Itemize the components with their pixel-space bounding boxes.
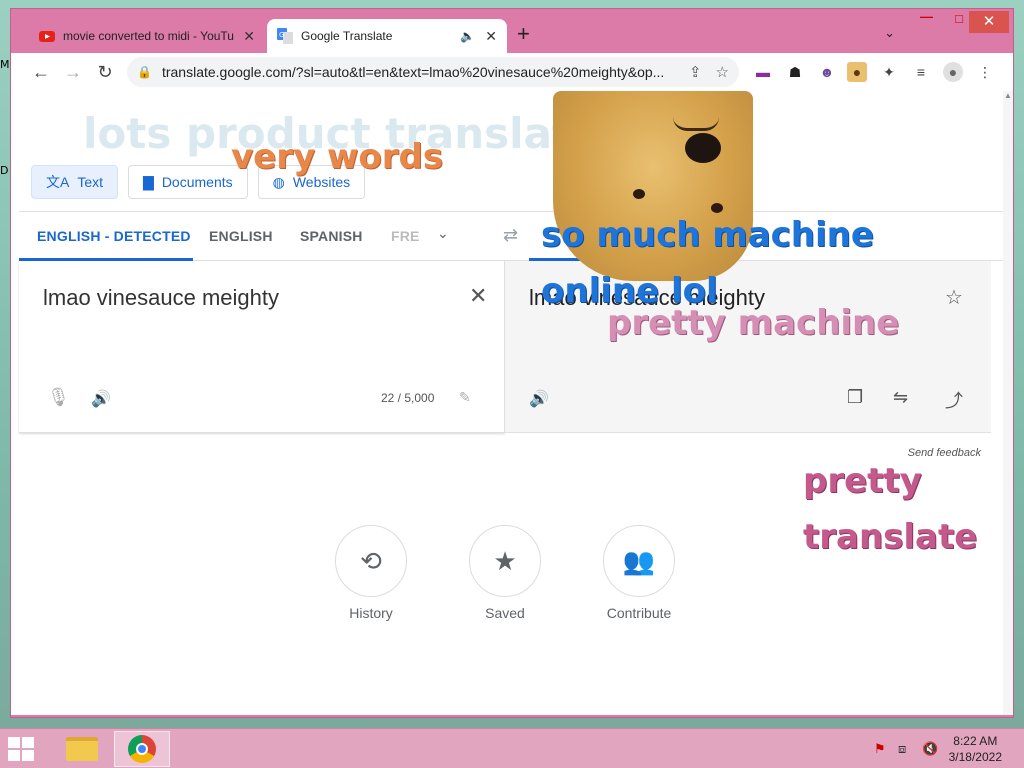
file-explorer-taskbar-button[interactable] bbox=[54, 731, 110, 767]
source-lang-spanish[interactable]: SPANISH bbox=[300, 228, 363, 244]
pencil-icon[interactable]: ✎ bbox=[459, 389, 471, 406]
tab-google-translate[interactable]: G Google Translate 🔈 ✕ bbox=[267, 19, 507, 53]
speaker-icon[interactable]: 🔊 bbox=[529, 389, 549, 409]
star-icon[interactable]: ☆ bbox=[945, 285, 963, 310]
new-tab-button[interactable]: + bbox=[517, 23, 530, 45]
minimize-button[interactable]: — bbox=[920, 9, 933, 24]
puzzle-extensions-icon[interactable]: ✦ bbox=[879, 62, 899, 82]
doge-extension-icon[interactable]: ● bbox=[847, 62, 867, 82]
close-tab-icon[interactable]: ✕ bbox=[243, 28, 255, 45]
translate-page: 文A Text ▇ Documents ◍ Websites ENGLISH -… bbox=[11, 91, 1003, 715]
address-bar[interactable]: 🔒 translate.google.com/?sl=auto&tl=en&te… bbox=[127, 57, 739, 87]
extension-icon[interactable]: ▬ bbox=[753, 62, 773, 82]
browser-toolbar: ← → ↻ 🔒 translate.google.com/?sl=auto&tl… bbox=[11, 53, 1013, 91]
share-icon[interactable]: ⇪ bbox=[689, 63, 702, 81]
forward-arrow-icon[interactable]: → bbox=[57, 62, 89, 83]
close-window-button[interactable]: ✕ bbox=[969, 11, 1009, 33]
back-arrow-icon[interactable]: ← bbox=[25, 62, 57, 83]
chrome-taskbar-button[interactable] bbox=[114, 731, 170, 767]
url-text[interactable]: translate.google.com/?sl=auto&tl=en&text… bbox=[162, 64, 675, 80]
google-translate-icon: G bbox=[277, 28, 293, 44]
desktop-icon-fragment[interactable]: D bbox=[0, 164, 8, 177]
clock-date: 3/18/2022 bbox=[948, 750, 1002, 764]
media-control-icon[interactable]: ≡ bbox=[911, 62, 931, 82]
svg-text:G: G bbox=[279, 31, 284, 39]
chrome-icon bbox=[128, 735, 156, 763]
profile-avatar-icon[interactable]: ● bbox=[943, 62, 963, 82]
clear-text-icon[interactable]: ✕ bbox=[469, 283, 487, 309]
taskbar: ⚑ ⧈ 🔇 8:22 AM 3/18/2022 bbox=[0, 728, 1024, 768]
tab-title: movie converted to midi - YouTu bbox=[63, 29, 234, 43]
extension-icon[interactable]: ☻ bbox=[817, 62, 837, 82]
quick-label: Contribute bbox=[606, 605, 672, 621]
doge-eye bbox=[633, 189, 645, 199]
meme-text-very-words: very words bbox=[231, 137, 444, 177]
mode-documents-button[interactable]: ▇ Documents bbox=[128, 165, 248, 199]
page-scrollbar[interactable]: ▲ bbox=[1003, 91, 1013, 715]
clock-time: 8:22 AM bbox=[953, 734, 998, 748]
maximize-button[interactable]: □ bbox=[955, 11, 963, 26]
doge-nose bbox=[685, 133, 721, 163]
meme-text-so-much-machine: so much machine bbox=[541, 215, 874, 255]
source-pane: lmao vinesauce meighty ✕ 🎙 🔊 22 / 5,000 … bbox=[19, 261, 505, 433]
chevron-down-icon[interactable]: ⌄ bbox=[437, 225, 449, 242]
quick-label: Saved bbox=[485, 605, 525, 621]
contribute-button[interactable]: 👥 Contribute bbox=[579, 525, 699, 621]
action-center-flag-icon[interactable]: ⚑ bbox=[874, 741, 886, 757]
meme-text-pretty: pretty bbox=[803, 461, 922, 501]
bookmark-star-icon[interactable]: ☆ bbox=[716, 63, 729, 81]
feedback-rate-icon[interactable]: ⇋ bbox=[893, 387, 908, 408]
swap-languages-icon[interactable]: ⇄ bbox=[503, 225, 518, 246]
lock-icon[interactable]: 🔒 bbox=[137, 65, 152, 79]
history-icon: ⟲ bbox=[335, 525, 407, 597]
volume-muted-icon[interactable]: 🔇 bbox=[922, 741, 938, 757]
chevron-down-icon[interactable]: ⌄ bbox=[884, 25, 895, 41]
meme-text-pretty-machine: pretty machine bbox=[607, 303, 900, 343]
youtube-icon bbox=[39, 31, 55, 42]
tab-title: Google Translate bbox=[301, 29, 393, 43]
doge-mouth bbox=[673, 117, 719, 131]
source-lang-english[interactable]: ENGLISH bbox=[209, 228, 273, 244]
history-button[interactable]: ⟲ History bbox=[311, 525, 431, 621]
microphone-icon[interactable]: 🎙 bbox=[47, 387, 70, 408]
meme-text-translate: translate bbox=[803, 517, 978, 557]
speaker-icon[interactable]: 🔈 bbox=[460, 29, 475, 43]
translate-icon: 文A bbox=[46, 174, 70, 190]
folder-icon bbox=[66, 737, 98, 761]
more-menu-icon[interactable]: ⋮ bbox=[975, 62, 995, 82]
desktop-icon-fragment[interactable]: M bbox=[0, 58, 10, 71]
reload-icon[interactable]: ↻ bbox=[89, 62, 121, 83]
mode-text-button[interactable]: 文A Text bbox=[31, 165, 119, 199]
copy-icon[interactable]: ❐ bbox=[847, 387, 863, 408]
tab-youtube[interactable]: movie converted to midi - YouTu ✕ bbox=[29, 19, 265, 53]
browser-window: movie converted to midi - YouTu ✕ G Goog… bbox=[10, 8, 1014, 718]
mode-label: Text bbox=[77, 174, 104, 190]
close-tab-icon[interactable]: ✕ bbox=[485, 28, 497, 45]
tab-strip: movie converted to midi - YouTu ✕ G Goog… bbox=[11, 9, 1013, 53]
network-icon[interactable]: ⧈ bbox=[898, 741, 906, 757]
quick-label: History bbox=[349, 605, 393, 621]
system-clock[interactable]: 8:22 AM 3/18/2022 bbox=[949, 733, 1002, 765]
source-lang-detected[interactable]: ENGLISH - DETECTED bbox=[37, 228, 191, 244]
speaker-icon[interactable]: 🔊 bbox=[91, 389, 111, 409]
source-text-input[interactable]: lmao vinesauce meighty bbox=[43, 285, 279, 311]
people-icon: 👥 bbox=[603, 525, 675, 597]
source-lang-french[interactable]: FRE bbox=[391, 228, 420, 244]
document-icon: ▇ bbox=[143, 173, 154, 190]
start-button[interactable] bbox=[8, 737, 34, 761]
extension-icon[interactable]: ☗ bbox=[785, 62, 805, 82]
char-count: 22 / 5,000 bbox=[381, 391, 435, 405]
mode-label: Documents bbox=[161, 174, 233, 190]
doge-eye bbox=[711, 203, 723, 213]
send-feedback-link[interactable]: Send feedback bbox=[908, 447, 981, 459]
star-icon: ★ bbox=[469, 525, 541, 597]
share-icon[interactable]: ⤴ bbox=[945, 387, 963, 413]
saved-button[interactable]: ★ Saved bbox=[445, 525, 565, 621]
